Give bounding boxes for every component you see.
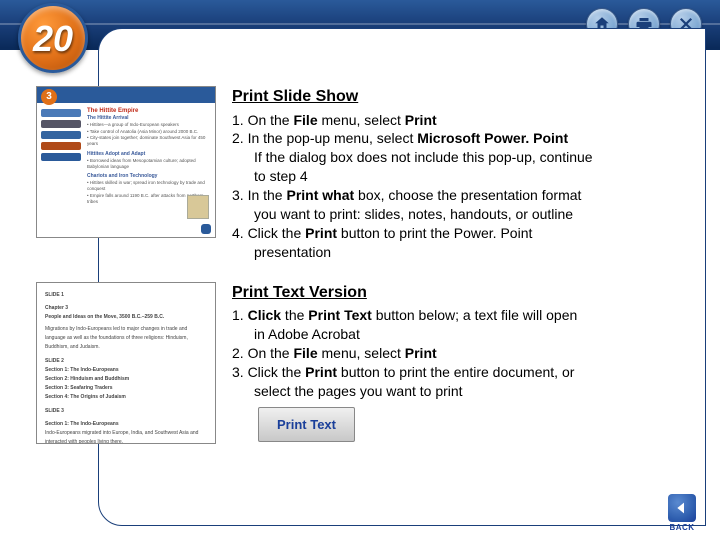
back-arrow-icon [668,494,696,522]
chapter-badge: 20 [18,3,88,73]
thumb-image [187,195,209,219]
print-text-button[interactable]: Print Text [258,407,355,443]
slide-thumbnail: 3 The Hittite Empire The Hittite Arrival… [36,86,216,238]
back-label: BACK [668,523,696,532]
section-print-text: SLIDE 1 Chapter 3 People and Ideas on th… [36,282,692,444]
thumb-badge: 3 [41,89,57,105]
back-button[interactable]: BACK [668,494,696,532]
text-thumbnail: SLIDE 1 Chapter 3 People and Ideas on th… [36,282,216,444]
content: 3 The Hittite Empire The Hittite Arrival… [28,80,692,520]
chapter-number: 20 [21,6,85,72]
section-title-b: Print Text Version [232,282,692,304]
slideshow-instructions: Print Slide Show 1. On the File menu, se… [232,86,692,262]
section-print-slideshow: 3 The Hittite Empire The Hittite Arrival… [36,86,692,262]
section-title-a: Print Slide Show [232,86,692,108]
thumb-next-icon [201,224,211,234]
text-instructions: Print Text Version 1. Click the Print Te… [232,282,692,444]
